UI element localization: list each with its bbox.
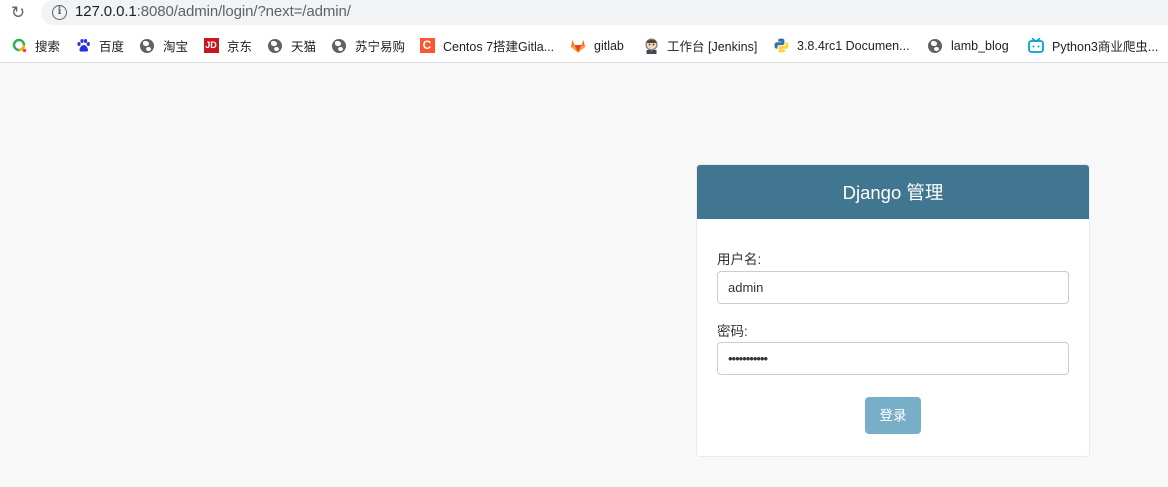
- globe-icon: [331, 38, 347, 54]
- reload-icon[interactable]: ↻: [8, 3, 28, 23]
- globe-icon: [139, 38, 155, 54]
- bookmark-label: Python3商业爬虫...: [1052, 40, 1159, 54]
- jenkins-icon: [643, 38, 659, 54]
- bookmark-jenkins[interactable]: 工作台 [Jenkins]: [643, 37, 757, 54]
- gitlab-icon: [570, 38, 586, 54]
- password-input[interactable]: •••••••••••: [717, 342, 1069, 375]
- login-panel: Django 管理 用户名: admin 密码: ••••••••••• 登录: [696, 164, 1090, 457]
- login-header: Django 管理: [697, 165, 1089, 219]
- csdn-icon: C: [419, 38, 435, 54]
- bookmark-label: 工作台 [Jenkins]: [667, 40, 758, 54]
- bookmark-label: Centos 7搭建Gitla...: [443, 40, 555, 54]
- password-label: 密码:: [717, 324, 748, 339]
- bookmark-label: 百度: [99, 40, 125, 54]
- bookmark-label: lamb_blog: [951, 38, 1009, 53]
- site-title: Django 管理: [842, 182, 944, 203]
- bookmark-lamb-blog[interactable]: lamb_blog: [927, 37, 1009, 54]
- bookmark-label: 淘宝: [163, 40, 189, 54]
- info-icon[interactable]: i: [52, 5, 67, 20]
- search-ring-icon: [11, 38, 27, 54]
- bookmark-centos-gitlab[interactable]: C Centos 7搭建Gitla...: [419, 37, 554, 54]
- bookmark-python-docs[interactable]: 3.8.4rc1 Documen...: [773, 37, 910, 54]
- bookmark-baidu[interactable]: 百度: [75, 37, 124, 54]
- bookmark-label: 搜索: [35, 40, 61, 54]
- bookmark-label: 苏宁易购: [355, 40, 406, 54]
- globe-icon: [267, 38, 283, 54]
- bookmark-gitlab[interactable]: gitlab: [570, 37, 624, 54]
- username-input[interactable]: admin: [717, 271, 1069, 304]
- url-text[interactable]: 127.0.0.1:8080/admin/login/?next=/admin/: [75, 3, 351, 20]
- bookmark-label: gitlab: [594, 38, 624, 53]
- bookmark-tmall[interactable]: 天猫: [267, 37, 316, 54]
- bookmark-label: 天猫: [291, 40, 317, 54]
- python-icon: [773, 38, 789, 54]
- bookmark-taobao[interactable]: 淘宝: [139, 37, 188, 54]
- jd-icon: JD: [203, 38, 219, 54]
- bookmark-jd[interactable]: JD 京东: [203, 37, 252, 54]
- bookmark-suning[interactable]: 苏宁易购: [331, 37, 405, 54]
- username-label: 用户名:: [717, 252, 762, 267]
- bilibili-icon: [1028, 38, 1044, 54]
- globe-icon: [927, 38, 943, 54]
- address-bar[interactable]: i 127.0.0.1:8080/admin/login/?next=/admi…: [41, 0, 1168, 25]
- baidu-paw-icon: [75, 38, 91, 54]
- browser-toolbar: ↻ i 127.0.0.1:8080/admin/login/?next=/ad…: [0, 0, 1168, 27]
- login-button[interactable]: 登录: [865, 397, 921, 434]
- url-path: :8080/admin/login/?next=/admin/: [136, 3, 351, 20]
- bookmark-label: 京东: [227, 40, 253, 54]
- url-host: 127.0.0.1: [75, 3, 137, 20]
- bookmark-python-crawler[interactable]: Python3商业爬虫...: [1028, 37, 1158, 54]
- bookmark-label: 3.8.4rc1 Documen...: [797, 38, 910, 53]
- bookmark-search[interactable]: 搜索: [11, 37, 60, 54]
- bookmarks-bar: 搜索 百度 淘宝 JD 京东 天猫 苏宁易购 C Centos 7搭建Gitla…: [0, 27, 1168, 63]
